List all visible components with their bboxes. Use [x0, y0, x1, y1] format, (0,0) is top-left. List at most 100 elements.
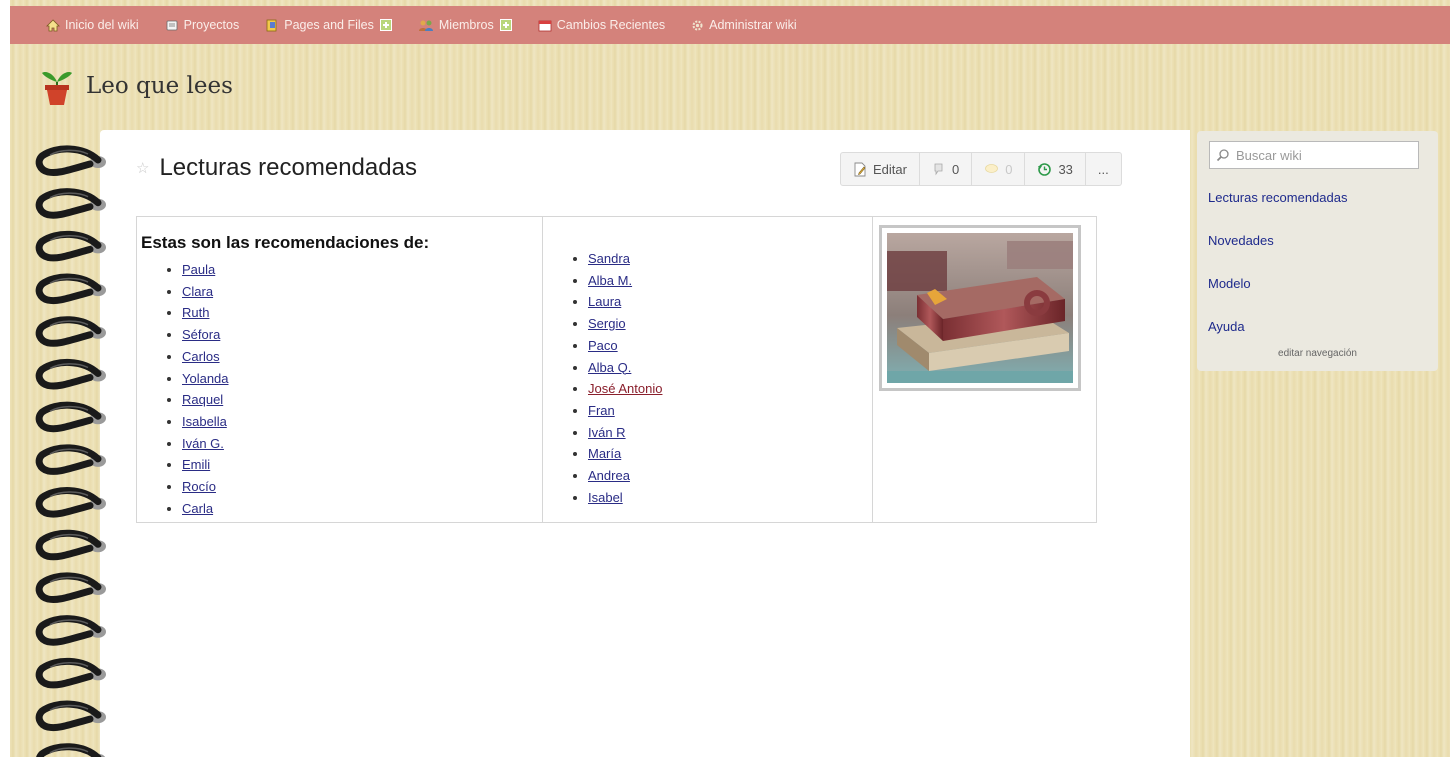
nav-item-recent-changes[interactable]: Cambios Recientes [538, 18, 665, 32]
list-item: Emili [182, 454, 542, 476]
name-link[interactable]: Carlos [182, 349, 220, 364]
edit-navigation-link[interactable]: editar navegación [1197, 348, 1438, 359]
sidebar-link-ayuda[interactable]: Ayuda [1208, 319, 1245, 334]
name-link[interactable]: Paco [588, 338, 618, 353]
name-link[interactable]: Paula [182, 262, 215, 277]
list-item: Andrea [588, 465, 872, 487]
history-button[interactable]: 33 [1024, 153, 1084, 185]
list-item: Carla [182, 498, 542, 520]
pages-icon [266, 19, 277, 31]
page-toolbar: Editar 0 0 33 ... [840, 152, 1122, 186]
nav-label: Miembros [438, 18, 494, 32]
list-item: Paula [182, 259, 542, 281]
calendar-icon [538, 20, 552, 31]
list-item: Sergio [588, 313, 872, 335]
nav-label: Administrar wiki [709, 18, 797, 32]
list-item: Clara [182, 281, 542, 303]
nav-item-pages-and-files[interactable]: Pages and Files [265, 18, 392, 32]
names-list-1: Paula Clara Ruth Séfora Carlos Yolanda Raquel I… [137, 259, 542, 519]
nav-item-home[interactable]: Inicio del wiki [46, 18, 139, 32]
nav-label: Proyectos [183, 18, 240, 32]
name-link[interactable]: María [588, 446, 621, 461]
nav-label: Pages and Files [284, 18, 374, 32]
list-item: María [588, 443, 872, 465]
name-link[interactable]: Iván G. [182, 436, 224, 451]
name-link[interactable]: Alba M. [588, 273, 632, 288]
binding-ring [35, 615, 102, 646]
history-count: 33 [1058, 161, 1073, 177]
name-link[interactable]: Fran [588, 403, 615, 418]
binding-ring [35, 145, 102, 176]
recommendations-heading: Estas son las recomendaciones de: [141, 233, 430, 252]
binding-ring [35, 358, 102, 390]
name-link[interactable]: Raquel [182, 392, 223, 407]
name-link[interactable]: Andrea [588, 468, 630, 483]
sidebar-link-novedades[interactable]: Novedades [1208, 233, 1274, 248]
name-link[interactable]: Séfora [182, 327, 220, 342]
list-item: Laura [588, 291, 872, 313]
table-cell-image [872, 216, 1097, 523]
name-link[interactable]: Clara [182, 284, 213, 299]
star-icon[interactable]: ☆ [136, 159, 149, 177]
list-item: Séfora [182, 324, 542, 346]
list-item: Paco [588, 335, 872, 357]
list-item: Yolanda [182, 368, 542, 390]
list-item: Carlos [182, 346, 542, 368]
binding-ring [35, 657, 102, 689]
list-item: Iván R [588, 422, 872, 444]
expand-plus-icon[interactable] [379, 19, 392, 31]
nav-item-admin[interactable]: Administrar wiki [691, 18, 797, 32]
list-item: Alba Q. [588, 357, 872, 379]
spiral-binding [35, 145, 106, 757]
edit-label: Editar [873, 161, 907, 177]
content-area: ☆ Lecturas recomendadas Editar 0 0 33 ..… [100, 130, 1190, 757]
list-item: José Antonio [588, 378, 872, 400]
home-icon [46, 18, 60, 31]
table-cell-names-1: Estas son las recomendaciones de: Paula C… [136, 216, 543, 523]
list-item: Ruth [182, 302, 542, 324]
flower-pot-icon [42, 72, 72, 105]
name-link[interactable]: Isabella [182, 414, 227, 429]
expand-plus-icon[interactable] [499, 19, 512, 31]
list-item: Rocío [182, 476, 542, 498]
discussion-button[interactable]: 0 [918, 153, 971, 185]
name-link[interactable]: Yolanda [182, 371, 229, 386]
comments-button[interactable]: 0 [971, 153, 1024, 185]
nav-item-members[interactable]: Miembros [418, 18, 512, 32]
nav-label: Cambios Recientes [556, 18, 666, 32]
name-link[interactable]: Sandra [588, 251, 630, 266]
binding-ring [35, 230, 102, 262]
search-input[interactable] [1234, 146, 1418, 164]
name-link[interactable]: Sergio [588, 316, 626, 331]
nav-item-projects[interactable]: Proyectos [165, 18, 240, 32]
site-name: Leo que lees [86, 73, 233, 99]
history-icon [1038, 162, 1052, 176]
name-link[interactable]: Isabel [588, 490, 623, 505]
name-link[interactable]: José Antonio [588, 381, 662, 396]
binding-ring [35, 188, 102, 219]
search-icon [1216, 149, 1229, 162]
binding-ring [35, 572, 102, 603]
projects-icon [166, 20, 178, 30]
name-link[interactable]: Ruth [182, 305, 209, 320]
comments-icon [985, 163, 999, 173]
sidebar-link-lecturas[interactable]: Lecturas recomendadas [1208, 190, 1347, 205]
binding-ring [35, 273, 102, 305]
page-heading: ☆ Lecturas recomendadas [136, 154, 417, 182]
comments-count: 0 [1005, 161, 1013, 177]
search-box [1209, 141, 1419, 169]
name-link[interactable]: Rocío [182, 479, 216, 494]
name-link[interactable]: Emili [182, 457, 210, 472]
name-link[interactable]: Laura [588, 294, 621, 309]
edit-button[interactable]: Editar [841, 153, 919, 185]
books-photo [879, 225, 1081, 391]
members-icon [418, 20, 433, 31]
site-title[interactable]: Leo que lees [40, 66, 233, 106]
name-link[interactable]: Carla [182, 501, 213, 516]
recommendations-table: Estas son las recomendaciones de: Paula C… [136, 216, 1097, 523]
name-link[interactable]: Alba Q. [588, 360, 631, 375]
more-button[interactable]: ... [1084, 153, 1121, 185]
name-link[interactable]: Iván R [588, 425, 626, 440]
list-item: Raquel [182, 389, 542, 411]
sidebar-link-modelo[interactable]: Modelo [1208, 276, 1251, 291]
